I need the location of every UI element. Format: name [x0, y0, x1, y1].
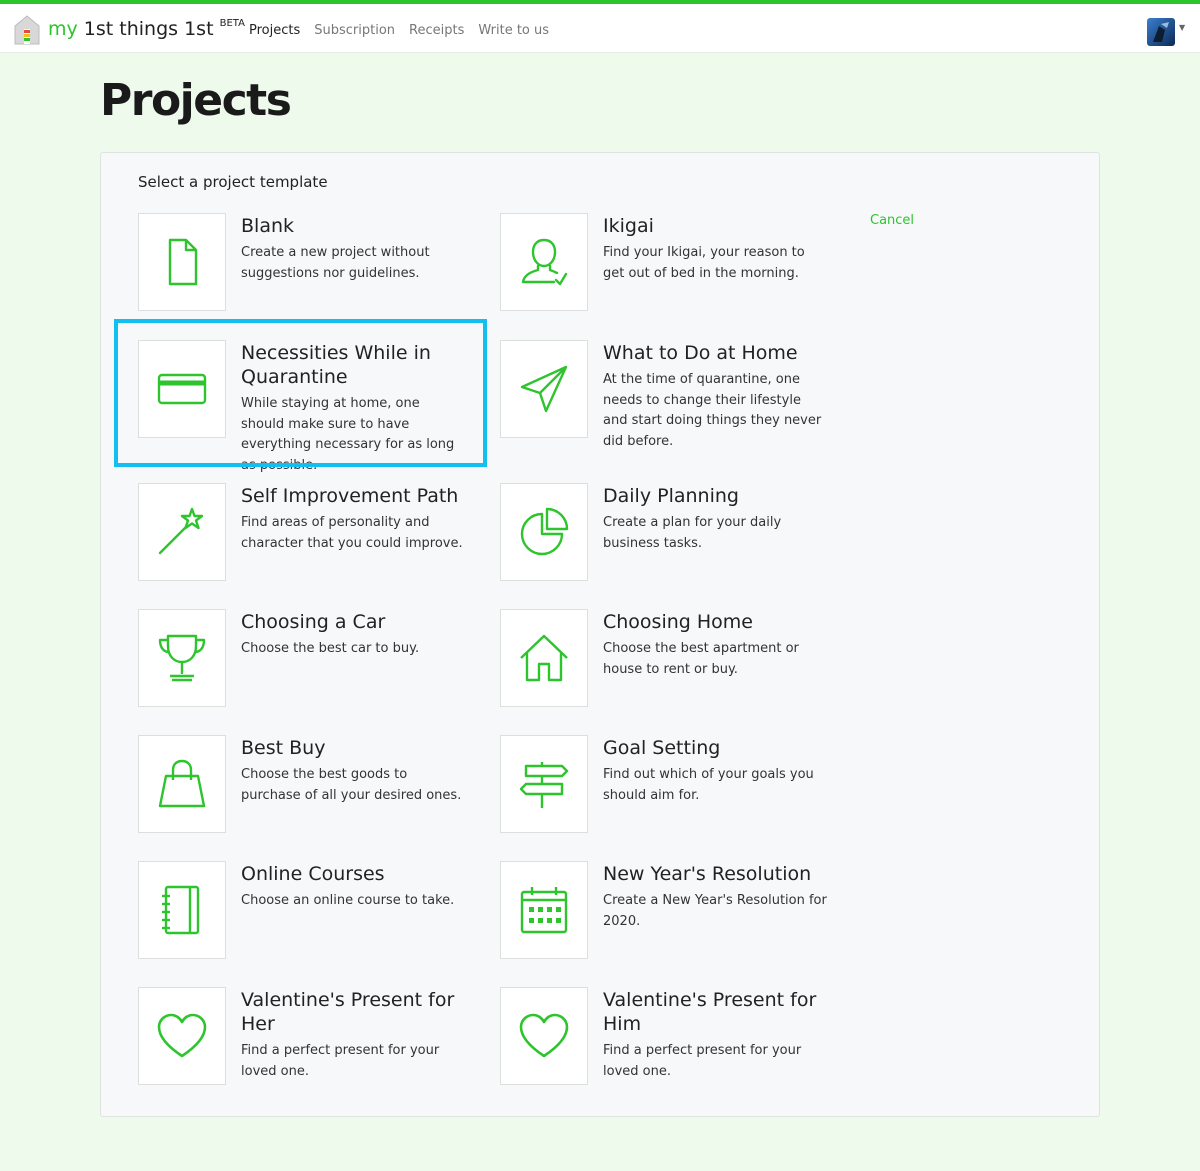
- template-icon-box: [138, 483, 226, 581]
- beta-badge: BETA: [219, 17, 245, 29]
- nav-subscription[interactable]: Subscription: [314, 23, 395, 38]
- user-menu-caret-icon[interactable]: ▼: [1179, 23, 1185, 32]
- template-desc: Create a new project without suggestions…: [241, 245, 430, 281]
- template-title: Self Improvement Path: [241, 485, 459, 507]
- template-icon-box: [138, 213, 226, 311]
- template-desc: Find your Ikigai, your reason to get out…: [603, 245, 805, 281]
- template-desc: Find areas of personality and character …: [241, 515, 463, 551]
- heart-icon: [157, 1013, 207, 1058]
- template-icon-box: [500, 340, 588, 438]
- calendar-icon: [520, 887, 568, 934]
- notebook-icon: [162, 885, 200, 935]
- template-title: Online Courses: [241, 863, 385, 885]
- shopping-bag-icon: [158, 759, 206, 808]
- brand-text: 1st things 1st: [77, 18, 214, 40]
- template-title: What to Do at Home: [603, 342, 798, 364]
- top-navbar: my 1st things 1st BETA Projects Subscrip…: [0, 0, 1200, 53]
- template-panel: Select a project template Cancel Blank C…: [100, 152, 1100, 1117]
- template-icon-box: [500, 735, 588, 833]
- template-desc: At the time of quarantine, one needs to …: [603, 372, 822, 449]
- user-check-icon: [521, 238, 568, 286]
- pie-chart-icon: [520, 507, 569, 556]
- panel-heading: Select a project template: [138, 173, 328, 191]
- user-avatar[interactable]: [1147, 18, 1175, 46]
- magic-wand-icon: [158, 507, 204, 555]
- template-title: Daily Planning: [603, 485, 739, 507]
- template-icon-box: [138, 861, 226, 959]
- page-title: Projects: [100, 75, 292, 126]
- main-nav: Projects Subscription Receipts Write to …: [249, 23, 549, 38]
- template-icon-box: [500, 213, 588, 311]
- template-icon-box: [500, 609, 588, 707]
- paper-plane-icon: [520, 365, 568, 413]
- nav-write-to-us[interactable]: Write to us: [478, 23, 549, 38]
- template-icon-box: [500, 861, 588, 959]
- template-desc: Create a plan for your daily business ta…: [603, 515, 782, 551]
- template-desc: Find a perfect present for your loved on…: [241, 1043, 440, 1079]
- signpost-icon: [519, 762, 569, 808]
- document-icon: [168, 238, 198, 286]
- nav-receipts[interactable]: Receipts: [409, 23, 464, 38]
- template-icon-box: [138, 987, 226, 1085]
- template-desc: Choose the best goods to purchase of all…: [241, 767, 462, 803]
- template-icon-box: [500, 483, 588, 581]
- template-desc: Choose an online course to take.: [241, 893, 455, 908]
- brand-my: my: [48, 18, 78, 40]
- app-logo-icon[interactable]: [14, 15, 40, 45]
- nav-projects[interactable]: Projects: [249, 23, 300, 38]
- template-title: Blank: [241, 215, 295, 237]
- template-desc: Choose the best apartment or house to re…: [603, 641, 799, 677]
- template-title: Ikigai: [603, 215, 654, 237]
- template-title: Choosing a Car: [241, 611, 386, 633]
- template-desc: Create a New Year's Resolution for 2020.: [603, 893, 827, 929]
- template-title: Best Buy: [241, 737, 326, 759]
- template-desc: Choose the best car to buy.: [241, 641, 420, 656]
- template-desc: Find a perfect present for your loved on…: [603, 1043, 802, 1079]
- home-icon: [520, 634, 568, 682]
- template-title: Goal Setting: [603, 737, 721, 759]
- template-title: Valentine's Present for Her: [241, 989, 455, 1035]
- heart-icon: [519, 1013, 569, 1058]
- template-icon-box: [138, 735, 226, 833]
- template-desc: Find out which of your goals you should …: [603, 767, 814, 803]
- template-icon-box: [500, 987, 588, 1085]
- selected-template-highlight: [114, 319, 487, 467]
- template-title: Valentine's Present for Him: [603, 989, 817, 1035]
- template-icon-box: [138, 609, 226, 707]
- template-title: New Year's Resolution: [603, 863, 812, 885]
- brand-name[interactable]: my 1st things 1st BETA: [48, 18, 245, 40]
- cancel-button[interactable]: Cancel: [870, 213, 914, 228]
- trophy-icon: [158, 634, 206, 682]
- template-title: Choosing Home: [603, 611, 753, 633]
